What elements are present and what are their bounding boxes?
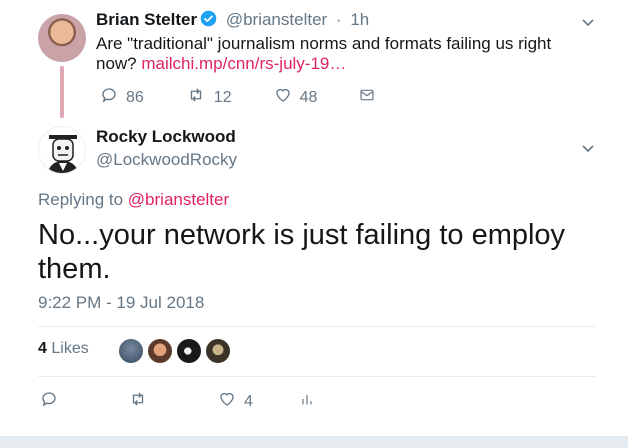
parent-avatar[interactable]: [38, 14, 86, 62]
parent-reply-button[interactable]: 86: [100, 86, 144, 109]
main-author-handle[interactable]: @LockwoodRocky: [96, 150, 237, 170]
main-action-bar: 4: [40, 390, 385, 413]
divider: [38, 376, 596, 377]
likes-label: Likes: [51, 340, 89, 357]
liker-avatars: [118, 338, 234, 364]
likes-count: 4: [38, 340, 47, 357]
parent-author-handle[interactable]: @brianstelter: [226, 10, 327, 29]
parent-separator: ·: [335, 10, 342, 29]
liker-avatar[interactable]: [205, 338, 231, 364]
heart-icon: [274, 86, 300, 109]
main-analytics-button[interactable]: [299, 391, 323, 412]
liker-avatar[interactable]: [176, 338, 202, 364]
parent-retweet-count: 12: [213, 88, 232, 106]
chevron-down-icon[interactable]: [580, 14, 596, 30]
main-retweet-button[interactable]: [128, 390, 156, 413]
parent-reply-count: 86: [126, 88, 144, 106]
parent-author-name[interactable]: Brian Stelter: [96, 10, 197, 29]
likes-summary[interactable]: 4 Likes: [38, 340, 89, 358]
retweet-icon: [186, 86, 214, 109]
reply-icon: [100, 86, 126, 109]
main-like-count: 4: [244, 392, 253, 410]
main-reply-button[interactable]: [40, 390, 66, 413]
replying-to: Replying to @brianstelter: [38, 190, 229, 210]
liker-avatar[interactable]: [118, 338, 144, 364]
verified-badge-icon: [200, 10, 217, 32]
parent-dm-button[interactable]: [359, 87, 383, 108]
reply-icon: [40, 390, 66, 413]
chevron-down-icon[interactable]: [580, 140, 596, 156]
replying-handle-link[interactable]: @brianstelter: [128, 190, 229, 209]
heart-icon: [218, 390, 244, 413]
parent-like-count: 48: [299, 88, 318, 106]
bottom-separator: [0, 436, 628, 448]
parent-header: Brian Stelter @brianstelter · 1h: [96, 10, 369, 32]
divider: [38, 326, 596, 327]
parent-action-bar: 86 12 48: [100, 86, 425, 109]
parent-retweet-button[interactable]: 12: [186, 86, 232, 109]
main-tweet-timestamp[interactable]: 9:22 PM - 19 Jul 2018: [38, 293, 204, 313]
main-like-button[interactable]: 4: [218, 390, 253, 413]
parent-time[interactable]: 1h: [350, 10, 369, 29]
parent-tweet-link[interactable]: mailchi.mp/cnn/rs-july-19…: [141, 54, 346, 73]
retweet-icon: [128, 390, 156, 413]
main-tweet-text: No...your network is just failing to emp…: [38, 219, 566, 285]
thread-connector: [60, 66, 64, 118]
main-author-name[interactable]: Rocky Lockwood: [96, 127, 236, 147]
liker-avatar[interactable]: [147, 338, 173, 364]
analytics-icon: [299, 391, 323, 412]
parent-tweet-text: Are "traditional" journalism norms and f…: [96, 34, 596, 74]
replying-prefix: Replying to: [38, 190, 124, 209]
main-avatar[interactable]: [38, 126, 86, 174]
parent-like-button[interactable]: 48: [274, 86, 318, 109]
envelope-icon: [359, 87, 383, 108]
